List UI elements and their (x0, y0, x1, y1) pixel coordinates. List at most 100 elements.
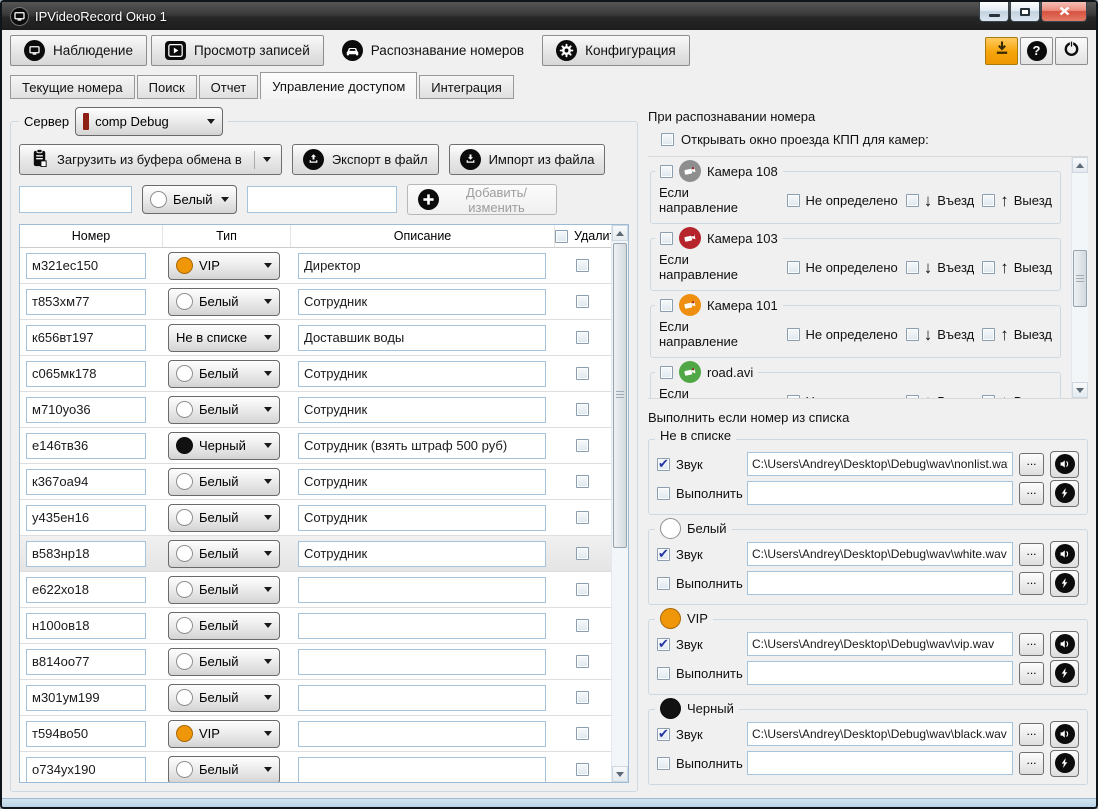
sound-path-input[interactable] (747, 542, 1013, 566)
plate-description-input[interactable] (298, 648, 546, 675)
plate-number-input[interactable] (26, 720, 146, 747)
delete-checkbox[interactable] (576, 619, 589, 632)
scroll-down-button[interactable] (612, 766, 628, 782)
execute-checkbox[interactable] (657, 486, 670, 500)
table-scrollbar[interactable] (611, 225, 628, 782)
direction-entry-checkbox[interactable] (905, 193, 919, 207)
scroll-track[interactable] (612, 241, 628, 766)
direction-exit-checkbox[interactable] (982, 327, 996, 341)
camera-scrollbar[interactable] (1071, 157, 1088, 398)
plate-description-input[interactable] (298, 720, 546, 747)
plate-type-select[interactable]: Белый (168, 503, 280, 532)
play-sound-button[interactable] (1050, 720, 1079, 748)
delete-checkbox[interactable] (576, 259, 589, 272)
direction-exit-checkbox[interactable] (982, 394, 996, 398)
plate-description-input[interactable] (298, 540, 546, 567)
plate-number-input[interactable] (26, 684, 146, 711)
plate-description-input[interactable] (298, 432, 546, 459)
plate-type-select[interactable]: Белый (168, 683, 280, 712)
direction-undefined-checkbox[interactable] (787, 193, 801, 207)
execute-checkbox[interactable] (657, 756, 670, 770)
direction-undefined-checkbox[interactable] (787, 327, 801, 341)
scroll-up-button[interactable] (1072, 157, 1088, 173)
execute-checkbox[interactable] (657, 576, 670, 590)
sound-checkbox[interactable] (657, 636, 670, 652)
scroll-track[interactable] (1072, 173, 1088, 382)
execute-command-input[interactable] (747, 751, 1013, 775)
plate-number-input[interactable] (26, 468, 146, 495)
scroll-up-button[interactable] (612, 225, 628, 241)
plate-description-input[interactable] (298, 324, 546, 351)
direction-exit-checkbox[interactable] (982, 193, 996, 207)
add-update-button[interactable]: Добавить/изменить (407, 184, 557, 215)
plate-number-input[interactable] (26, 648, 146, 675)
plate-description-input[interactable] (298, 684, 546, 711)
plate-description-input[interactable] (298, 756, 546, 782)
plate-number-input[interactable] (26, 504, 146, 531)
plate-number-input[interactable] (26, 252, 146, 279)
delete-checkbox[interactable] (576, 547, 589, 560)
plate-type-select[interactable]: Белый (168, 395, 280, 424)
plate-description-input[interactable] (298, 252, 546, 279)
power-button[interactable] (1055, 36, 1088, 65)
browse-button[interactable]: ... (1019, 632, 1044, 656)
sound-checkbox[interactable] (657, 546, 670, 562)
browse-button[interactable]: ... (1019, 661, 1044, 685)
server-select[interactable]: comp Debug (75, 107, 224, 136)
plate-type-select[interactable]: Белый (168, 611, 280, 640)
delete-checkbox[interactable] (576, 295, 589, 308)
direction-undefined-checkbox[interactable] (787, 394, 801, 398)
open-gate-checkbox[interactable] (661, 133, 674, 146)
delete-checkbox[interactable] (576, 403, 589, 416)
plate-description-input[interactable] (298, 468, 546, 495)
plate-description-input[interactable] (298, 360, 546, 387)
tab-playback[interactable]: Просмотр записей (150, 35, 324, 66)
subtab-report[interactable]: Отчет (198, 75, 259, 99)
tab-configuration[interactable]: Конфигурация (542, 35, 690, 66)
minimize-button[interactable] (979, 2, 1009, 22)
subtab-current-plates[interactable]: Текущие номера (10, 75, 135, 99)
browse-button[interactable]: ... (1019, 751, 1044, 775)
delete-checkbox[interactable] (576, 727, 589, 740)
direction-entry-checkbox[interactable] (905, 260, 919, 274)
delete-checkbox[interactable] (576, 439, 589, 452)
delete-checkbox[interactable] (576, 511, 589, 524)
play-sound-button[interactable] (1050, 450, 1079, 478)
scroll-thumb[interactable] (613, 243, 627, 548)
browse-button[interactable]: ... (1019, 571, 1044, 595)
plate-type-select[interactable]: Белый (168, 647, 280, 676)
subtab-search[interactable]: Поиск (136, 75, 197, 99)
close-button[interactable] (1041, 2, 1087, 22)
plate-type-select[interactable]: Белый (168, 467, 280, 496)
delete-checkbox[interactable] (576, 763, 589, 776)
plate-description-input[interactable] (298, 288, 546, 315)
run-command-button[interactable] (1050, 479, 1079, 507)
browse-button[interactable]: ... (1019, 452, 1044, 476)
plate-number-input[interactable] (26, 576, 146, 603)
help-button[interactable]: ? (1020, 36, 1053, 65)
direction-undefined-checkbox[interactable] (787, 260, 801, 274)
delete-checkbox[interactable] (576, 583, 589, 596)
play-sound-button[interactable] (1050, 540, 1079, 568)
sound-path-input[interactable] (747, 722, 1013, 746)
plate-type-select[interactable]: Белый (168, 287, 280, 316)
delete-checkbox[interactable] (576, 475, 589, 488)
delete-checkbox[interactable] (576, 331, 589, 344)
subtab-access-control[interactable]: Управление доступом (260, 72, 418, 99)
sound-path-input[interactable] (747, 452, 1013, 476)
camera-enable-checkbox[interactable] (660, 298, 673, 312)
load-clipboard-button[interactable]: Загрузить из буфера обмена в (19, 144, 282, 175)
execute-command-input[interactable] (747, 481, 1013, 505)
plate-description-input[interactable] (298, 396, 546, 423)
export-button[interactable]: Экспорт в файл (291, 144, 439, 175)
plate-type-select[interactable]: VIP (168, 251, 280, 280)
plate-type-select[interactable]: Белый (168, 359, 280, 388)
sound-path-input[interactable] (747, 632, 1013, 656)
plate-description-input[interactable] (298, 612, 546, 639)
plate-number-input[interactable] (26, 540, 146, 567)
plate-type-select[interactable]: Белый (168, 539, 280, 568)
delete-all-checkbox[interactable] (555, 229, 568, 243)
scroll-down-button[interactable] (1072, 382, 1088, 398)
plate-description-input[interactable] (298, 576, 546, 603)
plate-type-select[interactable]: Белый (168, 575, 280, 604)
